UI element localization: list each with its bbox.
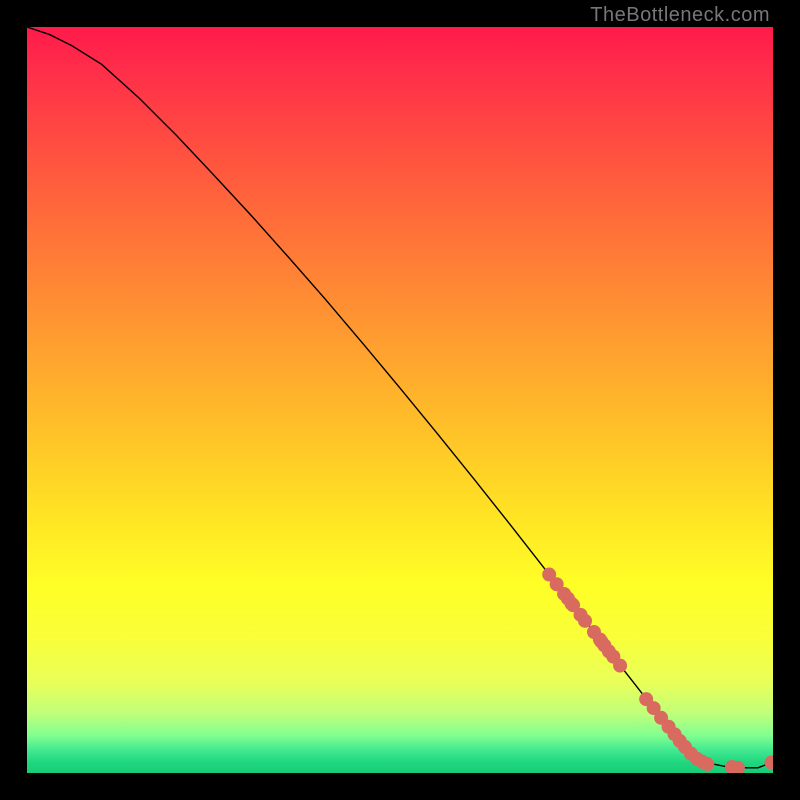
watermark-text: TheBottleneck.com [590,4,770,27]
gradient-background [27,27,773,773]
plot-area [27,27,773,773]
chart-root: TheBottleneck.com [0,0,800,800]
